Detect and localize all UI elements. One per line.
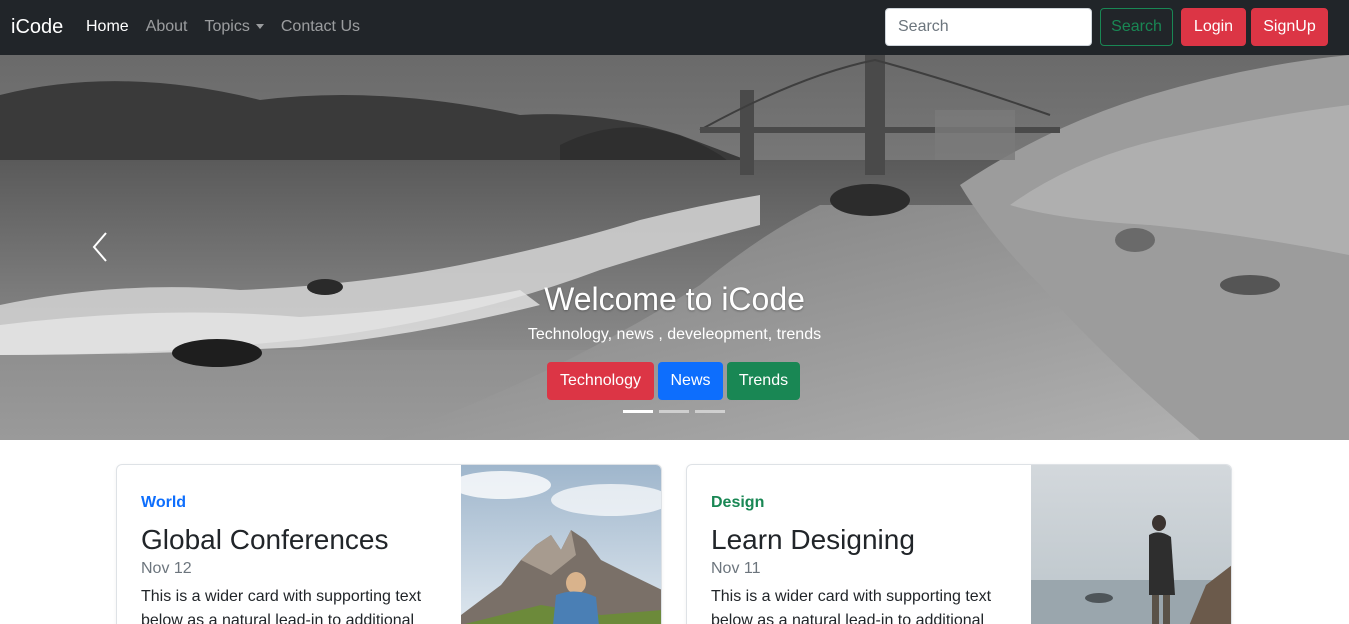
signup-button[interactable]: SignUp	[1251, 8, 1328, 46]
article-card-world: World Global Conferences Nov 12 This is …	[116, 464, 662, 624]
search-button[interactable]: Search	[1100, 8, 1173, 46]
nav-link-topics[interactable]: Topics	[205, 17, 264, 37]
card-thumbnail-image	[1031, 465, 1231, 624]
carousel-title: Welcome to iCode	[544, 281, 805, 317]
carousel-indicator-3[interactable]	[695, 410, 725, 413]
nav-link-about[interactable]: About	[146, 17, 188, 37]
card-title: Learn Designing	[711, 524, 915, 555]
carousel-prev-button[interactable]	[80, 227, 120, 267]
article-card-design: Design Learn Designing Nov 11 This is a …	[686, 464, 1232, 624]
brand-logo[interactable]: iCode	[11, 14, 63, 40]
news-button[interactable]: News	[658, 362, 723, 400]
card-text: This is a wider card with supporting tex…	[141, 588, 422, 624]
card-date: Nov 11	[711, 560, 761, 577]
technology-button[interactable]: Technology	[547, 362, 654, 400]
carousel-indicator-1[interactable]	[623, 410, 653, 413]
chevron-left-icon	[92, 232, 107, 262]
card-date: Nov 12	[141, 560, 192, 577]
card-thumbnail-image	[461, 465, 661, 624]
carousel-indicator-2[interactable]	[659, 410, 689, 413]
card-text: This is a wider card with supporting tex…	[711, 588, 992, 624]
search-input[interactable]	[885, 8, 1092, 46]
caret-down-icon	[255, 24, 264, 30]
trends-button[interactable]: Trends	[727, 362, 800, 400]
hero-carousel: Welcome to iCode Technology, news , deve…	[0, 55, 1349, 440]
nav-links: Home About Topics Contact Us	[86, 17, 377, 37]
navbar: iCode Home About Topics Contact Us Searc…	[0, 0, 1349, 55]
nav-link-topics-label: Topics	[204, 18, 250, 35]
card-title: Global Conferences	[141, 524, 389, 555]
nav-link-contact[interactable]: Contact Us	[281, 17, 360, 37]
login-button[interactable]: Login	[1181, 8, 1246, 46]
nav-link-home[interactable]: Home	[86, 17, 129, 37]
card-category: World	[141, 494, 187, 511]
card-category: Design	[711, 494, 765, 511]
carousel-subtitle: Technology, news , develeopment, trends	[527, 326, 822, 343]
